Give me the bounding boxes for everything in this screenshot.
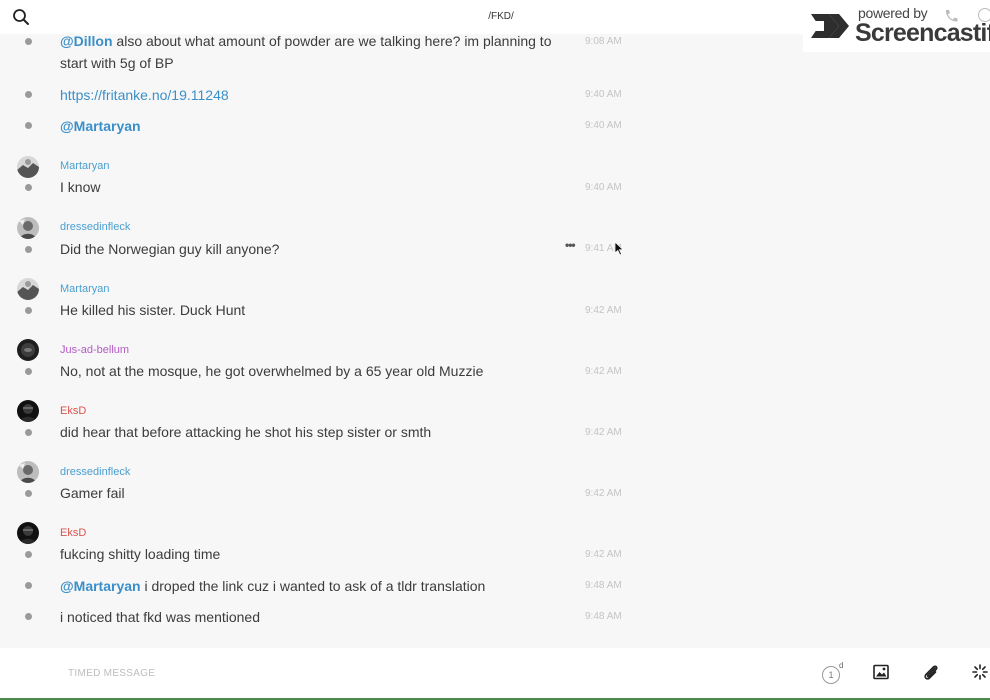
message-text: did hear that before attacking he shot h…: [60, 424, 432, 440]
message-bullet: [25, 551, 32, 558]
message-author[interactable]: Jus-ad-bellum: [60, 344, 129, 356]
timed-message-button[interactable]: 1 d: [822, 661, 846, 684]
message-group: Martaryan I know 9:40 AM: [0, 156, 640, 206]
message-bullet: [25, 613, 32, 620]
image-icon[interactable]: [873, 664, 889, 685]
message-bullet: [25, 246, 32, 253]
message-item: https://fritanke.no/19.11248 9:40 AM: [0, 84, 640, 114]
phone-icon[interactable]: [943, 8, 959, 29]
mouse-cursor-icon: [614, 241, 624, 261]
message-text: Gamer fail: [60, 485, 125, 501]
message-timestamp: 9:42 AM: [585, 427, 622, 438]
message-text: https://fritanke.no/19.11248: [60, 84, 560, 106]
avatar[interactable]: [17, 217, 39, 239]
message-bullet: [25, 582, 32, 589]
message-bullet: [25, 38, 32, 45]
message-author[interactable]: Martaryan: [60, 160, 110, 172]
message-author[interactable]: EksD: [60, 405, 86, 417]
message-more-options-icon[interactable]: •••: [565, 238, 576, 252]
avatar[interactable]: [17, 522, 39, 544]
message-timestamp: 9:40 AM: [585, 120, 622, 131]
message-group: dressedinfleck Gamer fail 9:42 AM: [0, 461, 640, 511]
message-author[interactable]: EksD: [60, 527, 86, 539]
message-text: @Dillon also about what amount of powder…: [60, 33, 552, 71]
message-timestamp: 9:48 AM: [585, 611, 622, 622]
avatar[interactable]: [17, 278, 39, 300]
message-input[interactable]: TIMED MESSAGE: [68, 668, 155, 679]
message-timestamp: 9:40 AM: [585, 182, 622, 193]
message-group: EksD fukcing shitty loading time 9:42 AM: [0, 522, 640, 572]
message-item: i noticed that fkd was mentioned 9:48 AM: [0, 606, 640, 636]
timer-value: 1: [822, 666, 840, 684]
message-text: No, not at the mosque, he got overwhelme…: [60, 363, 484, 379]
message-bullet: [25, 184, 32, 191]
message-group: dressedinfleck Did the Norwegian guy kil…: [0, 217, 640, 267]
message-text: fukcing shitty loading time: [60, 546, 221, 562]
mention-link[interactable]: @Martaryan: [60, 118, 141, 134]
message-timestamp: 9:42 AM: [585, 366, 622, 377]
message-bullet: [25, 429, 32, 436]
message-bullet: [25, 490, 32, 497]
message-author[interactable]: Martaryan: [60, 283, 110, 295]
message-text: I know: [60, 179, 101, 195]
message-bullet: [25, 122, 32, 129]
message-timestamp: 9:40 AM: [585, 89, 622, 100]
message-link[interactable]: https://fritanke.no/19.11248: [60, 87, 229, 103]
message-timestamp: 9:42 AM: [585, 549, 622, 560]
mention-link[interactable]: @Dillon: [60, 33, 113, 49]
message-timestamp: 9:08 AM: [585, 36, 622, 47]
message-author[interactable]: dressedinfleck: [60, 221, 130, 233]
message-text: i noticed that fkd was mentioned: [60, 609, 261, 625]
message-group: EksD did hear that before attacking he s…: [0, 400, 640, 450]
message-text: Did the Norwegian guy kill anyone?: [60, 241, 280, 257]
message-bullet: [25, 307, 32, 314]
info-icon[interactable]: [978, 8, 990, 22]
avatar[interactable]: [17, 339, 39, 361]
timer-unit: d: [839, 661, 844, 670]
message-item: @Martaryan 9:40 AM: [0, 115, 640, 145]
message-group: Jus-ad-bellum No, not at the mosque, he …: [0, 339, 640, 389]
avatar[interactable]: [17, 461, 39, 483]
message-bullet: [25, 91, 32, 98]
message-text: @Martaryan i droped the link cuz i wante…: [60, 578, 486, 594]
message-text: He killed his sister. Duck Hunt: [60, 302, 246, 318]
burst-icon[interactable]: [972, 664, 988, 685]
avatar[interactable]: [17, 156, 39, 178]
message-timestamp: 9:42 AM: [585, 488, 622, 499]
message-bullet: [25, 368, 32, 375]
message-composer: TIMED MESSAGE 1 d: [0, 648, 990, 700]
mention-link[interactable]: @Martaryan: [60, 578, 141, 594]
message-group: Martaryan He killed his sister. Duck Hun…: [0, 278, 640, 328]
message-item: @Martaryan i droped the link cuz i wante…: [0, 575, 640, 605]
message-author[interactable]: dressedinfleck: [60, 466, 130, 478]
message-timestamp: 9:42 AM: [585, 305, 622, 316]
message-list: @Dillon also about what amount of powder…: [0, 33, 990, 648]
message-text: @Martaryan: [60, 115, 560, 137]
message-item: @Dillon also about what amount of powder…: [0, 33, 640, 84]
paperclip-icon[interactable]: [922, 663, 940, 688]
message-timestamp: 9:48 AM: [585, 580, 622, 591]
avatar[interactable]: [17, 400, 39, 422]
